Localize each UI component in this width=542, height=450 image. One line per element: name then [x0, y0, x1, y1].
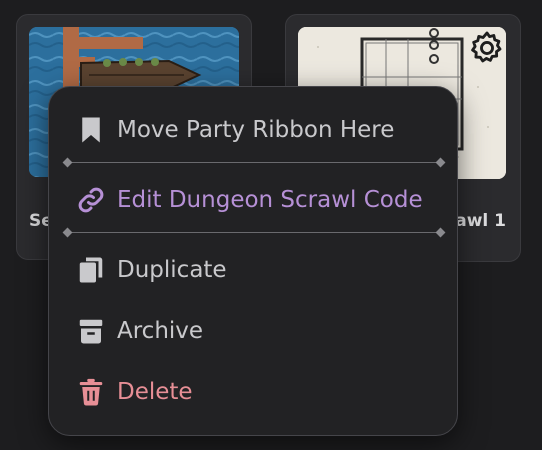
archive-menu-item[interactable]: Archive [73, 309, 437, 353]
move-party-ribbon-menu-item[interactable]: Move Party Ribbon Here [73, 108, 437, 152]
copy-icon [73, 252, 109, 288]
link-icon [73, 182, 109, 218]
edit-code-menu-item[interactable]: Edit Dungeon Scrawl Code [73, 178, 437, 222]
menu-item-label: Edit Dungeon Scrawl Code [117, 187, 423, 213]
menu-item-label: Move Party Ribbon Here [117, 117, 395, 143]
trash-icon [73, 374, 109, 410]
menu-item-label: Duplicate [117, 257, 227, 283]
archive-icon [73, 313, 109, 349]
menu-divider [62, 157, 446, 168]
duplicate-menu-item[interactable]: Duplicate [73, 248, 437, 292]
menu-item-label: Delete [117, 379, 193, 405]
menu-divider [62, 227, 446, 238]
gear-icon[interactable] [468, 29, 506, 67]
bookmark-icon [73, 112, 109, 148]
menu-item-label: Archive [117, 318, 204, 344]
context-menu: Move Party Ribbon Here Edit Dungeon Scra… [48, 86, 458, 436]
delete-menu-item[interactable]: Delete [73, 370, 437, 414]
